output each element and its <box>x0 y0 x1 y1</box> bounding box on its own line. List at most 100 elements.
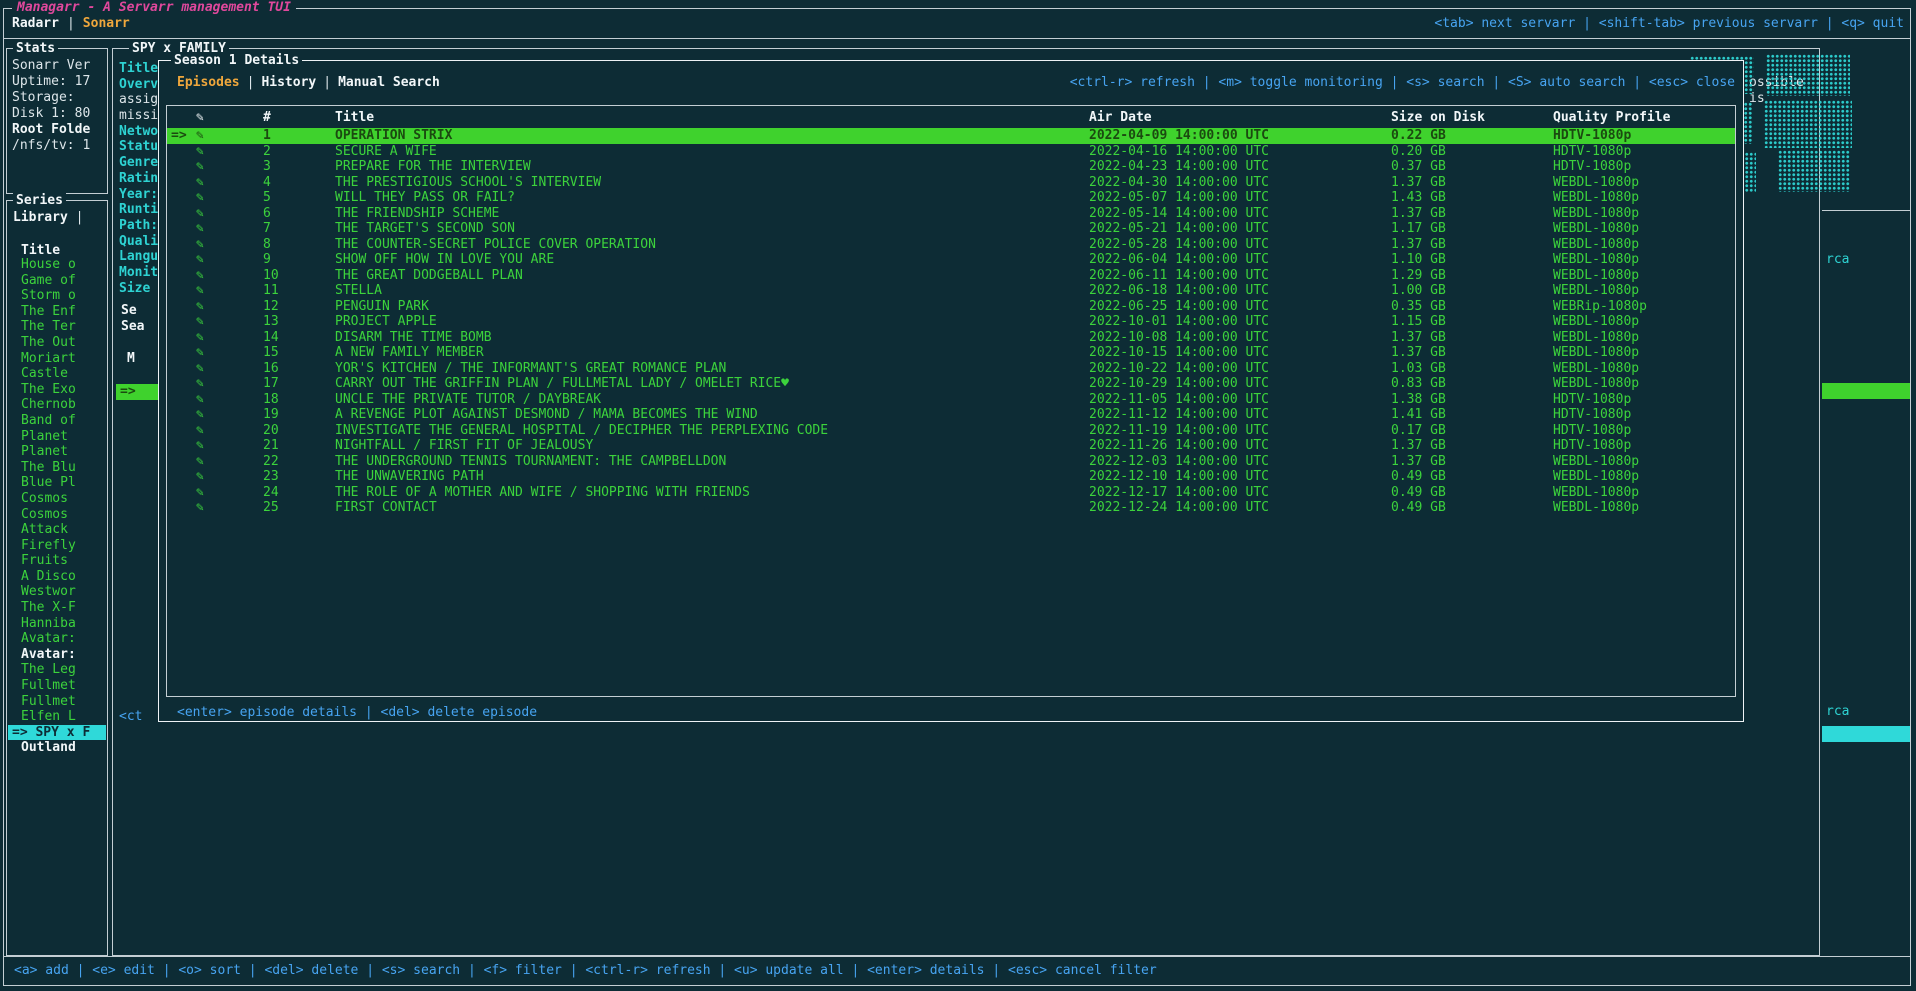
episode-row[interactable]: =>✎1OPERATION STRIX2022-04-09 14:00:00 U… <box>167 128 1735 144</box>
series-list-item[interactable]: The Ter <box>8 319 106 335</box>
episode-row[interactable]: ✎20INVESTIGATE THE GENERAL HOSPITAL / DE… <box>167 423 1735 439</box>
series-list-item[interactable]: Hanniba <box>8 616 106 632</box>
episode-row[interactable]: ✎5WILL THEY PASS OR FAIL?2022-05-07 14:0… <box>167 190 1735 206</box>
edit-pencil-icon[interactable]: ✎ <box>195 206 262 222</box>
episode-row[interactable]: ✎12PENGUIN PARK2022-06-25 14:00:00 UTC0.… <box>167 299 1735 315</box>
episode-row[interactable]: ✎16YOR'S KITCHEN / THE INFORMANT'S GREAT… <box>167 361 1735 377</box>
episode-row[interactable]: ✎6THE FRIENDSHIP SCHEME2022-05-14 14:00:… <box>167 206 1735 222</box>
episode-row[interactable]: ✎19A REVENGE PLOT AGAINST DESMOND / MAMA… <box>167 407 1735 423</box>
edit-pencil-icon[interactable]: ✎ <box>195 159 262 175</box>
series-list-item[interactable]: The Enf <box>8 304 106 320</box>
episode-row[interactable]: ✎14DISARM THE TIME BOMB2022-10-08 14:00:… <box>167 330 1735 346</box>
series-list-item[interactable]: Game of <box>8 273 106 289</box>
series-list-item[interactable]: Outland <box>8 740 106 756</box>
series-list-item[interactable]: Attack <box>8 522 106 538</box>
series-list-item[interactable]: Planet <box>8 444 106 460</box>
series-list-item[interactable]: Planet <box>8 429 106 445</box>
edit-pencil-icon[interactable]: ✎ <box>195 500 262 516</box>
episode-row[interactable]: ✎23THE UNWAVERING PATH2022-12-10 14:00:0… <box>167 469 1735 485</box>
edit-pencil-icon[interactable]: ✎ <box>195 376 262 392</box>
episode-number: 8 <box>262 237 335 253</box>
edit-pencil-icon[interactable]: ✎ <box>195 407 262 423</box>
seasons-selected-row-fragment[interactable]: => <box>116 384 158 400</box>
episode-row[interactable]: ✎17CARRY OUT THE GRIFFIN PLAN / FULLMETA… <box>167 376 1735 392</box>
tab-library[interactable]: Library <box>13 210 68 225</box>
series-list-item[interactable]: Cosmos <box>8 491 106 507</box>
series-list-item[interactable]: The Blu <box>8 460 106 476</box>
episode-row[interactable]: ✎11STELLA2022-06-18 14:00:00 UTC1.00 GBW… <box>167 283 1735 299</box>
series-list-item[interactable]: The Exo <box>8 382 106 398</box>
series-list-item[interactable]: Avatar: <box>8 631 106 647</box>
episode-row[interactable]: ✎22THE UNDERGROUND TENNIS TOURNAMENT: TH… <box>167 454 1735 470</box>
episode-row[interactable]: ✎24THE ROLE OF A MOTHER AND WIFE / SHOPP… <box>167 485 1735 501</box>
episode-size: 0.22 GB <box>1391 128 1553 144</box>
episode-row[interactable]: ✎25FIRST CONTACT2022-12-24 14:00:00 UTC0… <box>167 500 1735 516</box>
series-list-item[interactable]: Band of <box>8 413 106 429</box>
episode-row[interactable]: ✎3PREPARE FOR THE INTERVIEW2022-04-23 14… <box>167 159 1735 175</box>
episode-quality: WEBDL-1080p <box>1553 268 1735 284</box>
tab-radarr[interactable]: Radarr <box>12 15 59 33</box>
episode-number: 22 <box>262 454 335 470</box>
edit-pencil-icon[interactable]: ✎ <box>195 392 262 408</box>
series-list-item[interactable]: Fullmet <box>8 694 106 710</box>
edit-pencil-icon[interactable]: ✎ <box>195 237 262 253</box>
series-list-item[interactable]: => SPY x F <box>8 725 106 741</box>
series-list-item[interactable]: Elfen L <box>8 709 106 725</box>
series-list-item[interactable]: The Leg <box>8 662 106 678</box>
edit-pencil-icon[interactable]: ✎ <box>195 190 262 206</box>
edit-pencil-icon[interactable]: ✎ <box>195 454 262 470</box>
episode-row[interactable]: ✎10THE GREAT DODGEBALL PLAN2022-06-11 14… <box>167 268 1735 284</box>
season-popup-title: Season 1 Details <box>171 53 302 68</box>
episode-row[interactable]: ✎13PROJECT APPLE2022-10-01 14:00:00 UTC1… <box>167 314 1735 330</box>
stat-line: Root Folde <box>12 122 102 138</box>
edit-pencil-icon[interactable]: ✎ <box>195 330 262 346</box>
edit-pencil-icon[interactable]: ✎ <box>195 438 262 454</box>
series-list-item[interactable]: Fullmet <box>8 678 106 694</box>
series-list-item[interactable]: Storm o <box>8 288 106 304</box>
edit-pencil-icon[interactable]: ✎ <box>195 485 262 501</box>
edit-pencil-icon[interactable]: ✎ <box>195 221 262 237</box>
edit-pencil-icon[interactable]: ✎ <box>195 423 262 439</box>
tab-sonarr[interactable]: Sonarr <box>83 15 130 33</box>
series-list-item[interactable]: The Out <box>8 335 106 351</box>
series-list-item[interactable]: Firefly <box>8 538 106 554</box>
series-list-item[interactable]: Castle <box>8 366 106 382</box>
popup-tab-history[interactable]: History <box>261 75 316 90</box>
episode-row[interactable]: ✎4THE PRESTIGIOUS SCHOOL'S INTERVIEW2022… <box>167 175 1735 191</box>
episode-row[interactable]: ✎7THE TARGET'S SECOND SON2022-05-21 14:0… <box>167 221 1735 237</box>
edit-pencil-icon[interactable]: ✎ <box>195 252 262 268</box>
app-title: Managarr - A Servarr management TUI <box>12 0 296 16</box>
edit-pencil-icon[interactable]: ✎ <box>195 469 262 485</box>
episode-air-date: 2022-04-16 14:00:00 UTC <box>1089 144 1391 160</box>
popup-tab-manual-search[interactable]: Manual Search <box>338 75 440 90</box>
episode-row[interactable]: ✎18UNCLE THE PRIVATE TUTOR / DAYBREAK202… <box>167 392 1735 408</box>
series-list-item[interactable]: The X-F <box>8 600 106 616</box>
popup-tab-episodes[interactable]: Episodes <box>177 75 240 90</box>
episode-row[interactable]: ✎9SHOW OFF HOW IN LOVE YOU ARE2022-06-04… <box>167 252 1735 268</box>
selection-marker <box>167 407 195 423</box>
episode-row[interactable]: ✎15A NEW FAMILY MEMBER2022-10-15 14:00:0… <box>167 345 1735 361</box>
episode-size: 0.35 GB <box>1391 299 1553 315</box>
edit-pencil-icon[interactable]: ✎ <box>195 345 262 361</box>
edit-pencil-icon[interactable]: ✎ <box>195 299 262 315</box>
edit-pencil-icon[interactable]: ✎ <box>195 268 262 284</box>
edit-pencil-icon[interactable]: ✎ <box>195 283 262 299</box>
edit-pencil-icon[interactable]: ✎ <box>195 361 262 377</box>
edit-pencil-icon[interactable]: ✎ <box>195 175 262 191</box>
edit-pencil-icon[interactable]: ✎ <box>195 144 262 160</box>
popup-keybinds: <ctrl-r> refresh | <m> toggle monitoring… <box>1070 75 1735 90</box>
series-list-item[interactable]: Blue Pl <box>8 475 106 491</box>
episode-row[interactable]: ✎8THE COUNTER-SECRET POLICE COVER OPERAT… <box>167 237 1735 253</box>
series-list-item[interactable]: House o <box>8 257 106 273</box>
edit-pencil-icon[interactable]: ✎ <box>195 128 262 144</box>
series-list-item[interactable]: Chernob <box>8 397 106 413</box>
series-list-item[interactable]: A Disco <box>8 569 106 585</box>
series-list-item[interactable]: Westwor <box>8 584 106 600</box>
series-list-item[interactable]: Fruits <box>8 553 106 569</box>
episode-row[interactable]: ✎21NIGHTFALL / FIRST FIT OF JEALOUSY2022… <box>167 438 1735 454</box>
series-list-item[interactable]: Moriart <box>8 351 106 367</box>
episode-row[interactable]: ✎2SECURE A WIFE2022-04-16 14:00:00 UTC0.… <box>167 144 1735 160</box>
edit-pencil-icon[interactable]: ✎ <box>195 314 262 330</box>
series-list-item[interactable]: Cosmos <box>8 507 106 523</box>
series-list-item[interactable]: Avatar: <box>8 647 106 663</box>
